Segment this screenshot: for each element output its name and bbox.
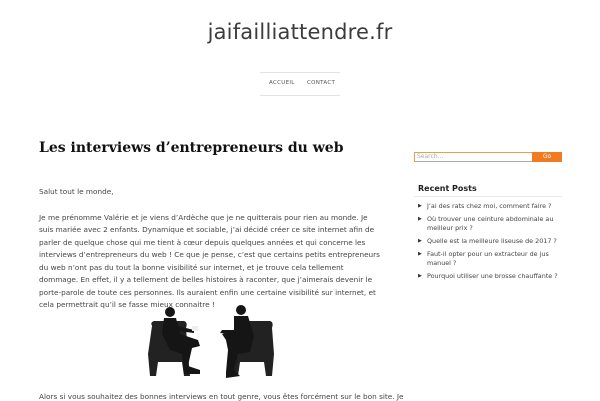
recent-post-item[interactable]: ▶ Faut-il opter pour un extracteur de jus… bbox=[418, 250, 568, 268]
triangle-right-icon: ▶ bbox=[418, 203, 422, 209]
sidebar-divider bbox=[414, 196, 562, 197]
search-input[interactable]: Search... bbox=[414, 152, 534, 162]
main-navigation: ACCUEIL CONTACT bbox=[260, 72, 340, 96]
recent-post-link[interactable]: Où trouver une ceinture abdominale au me… bbox=[427, 215, 553, 232]
recent-posts-list: ▶ J’ai des rats chez moi, comment faire ?… bbox=[418, 202, 568, 285]
recent-post-link[interactable]: Faut-il opter pour un extracteur de jus … bbox=[427, 250, 549, 267]
recent-post-item[interactable]: ▶ Où trouver une ceinture abdominale au m… bbox=[418, 215, 568, 233]
recent-post-item[interactable]: ▶ Quelle est la meilleure liseuse de 2017… bbox=[418, 237, 568, 246]
recent-post-link[interactable]: Pourquoi utiliser une brosse chauffante … bbox=[427, 272, 558, 280]
triangle-right-icon: ▶ bbox=[418, 251, 422, 257]
triangle-right-icon: ▶ bbox=[418, 216, 422, 222]
search-button[interactable]: Go bbox=[532, 152, 562, 162]
nav-item-contact[interactable]: CONTACT bbox=[307, 80, 335, 86]
post-greeting: Salut tout le monde, bbox=[39, 187, 114, 196]
nav-item-accueil[interactable]: ACCUEIL bbox=[269, 80, 295, 86]
recent-post-item[interactable]: ▶ Pourquoi utiliser une brosse chauffante… bbox=[418, 272, 568, 281]
interview-illustration bbox=[148, 305, 274, 378]
recent-post-item[interactable]: ▶ J’ai des rats chez moi, comment faire ? bbox=[418, 202, 568, 211]
recent-post-link[interactable]: J’ai des rats chez moi, comment faire ? bbox=[427, 202, 551, 210]
triangle-right-icon: ▶ bbox=[418, 273, 422, 279]
recent-posts-heading: Recent Posts bbox=[418, 184, 477, 193]
left-person bbox=[162, 307, 200, 374]
site-title[interactable]: jaifailliattendre.fr bbox=[0, 20, 600, 44]
recent-post-link[interactable]: Quelle est la meilleure liseuse de 2017 … bbox=[427, 237, 557, 245]
post-paragraph: Je me prénomme Valérie et je viens d’Ard… bbox=[39, 212, 380, 310]
triangle-right-icon: ▶ bbox=[418, 238, 422, 244]
post-title[interactable]: Les interviews d’entrepreneurs du web bbox=[39, 140, 343, 156]
